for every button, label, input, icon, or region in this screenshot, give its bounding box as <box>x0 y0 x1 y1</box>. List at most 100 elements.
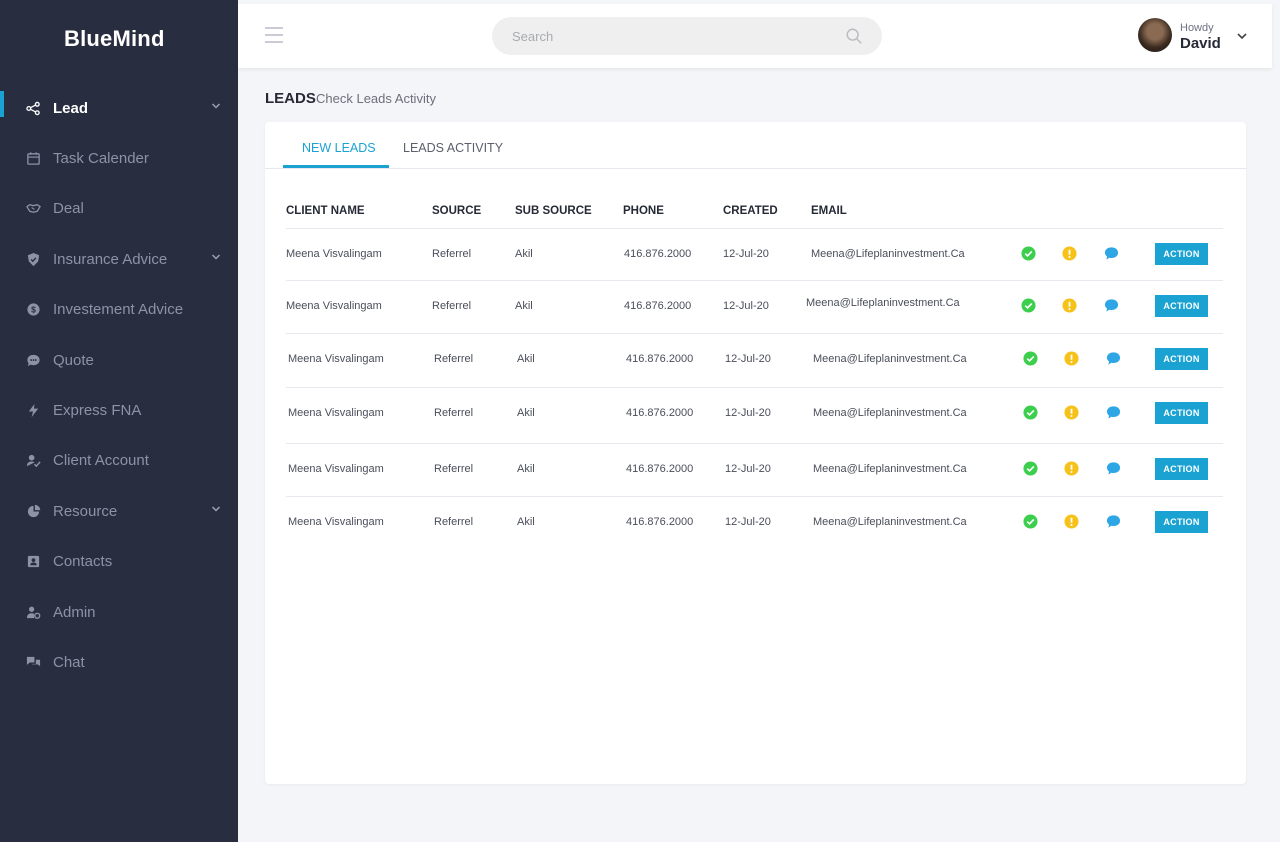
table-row[interactable]: Meena Visvalingam Referrel Akil 416.876.200… <box>286 333 1223 385</box>
sidebar-item-client-account[interactable]: Client Account <box>0 436 238 486</box>
chat-bubble-icon[interactable] <box>1104 246 1119 261</box>
sidebar-item-label: Insurance Advice <box>53 250 168 268</box>
username-label[interactable]: David <box>1180 35 1221 52</box>
chat-bubble-icon[interactable] <box>1106 514 1121 529</box>
table-row[interactable]: Meena Visvalingam Referrel Akil 416.876.200… <box>286 443 1223 495</box>
sub-source-cell: Akil <box>517 463 535 475</box>
sidebar: BlueMind Lead Task Calender Deal Insurance … <box>0 0 238 842</box>
sidebar-item-quote[interactable]: Quote <box>0 335 238 385</box>
column-header-source: SOURCE <box>432 205 482 217</box>
column-header-client-name: CLIENT NAME <box>286 205 365 217</box>
greeting-label: Howdy <box>1180 22 1214 34</box>
active-tab-indicator <box>283 165 389 168</box>
calendar-icon <box>25 151 41 167</box>
warning-icon[interactable] <box>1062 246 1077 261</box>
sidebar-item-label: Client Account <box>53 452 149 470</box>
phone-cell: 416.876.2000 <box>624 248 692 260</box>
warning-icon[interactable] <box>1064 351 1079 366</box>
email-cell[interactable]: Meena@Lifeplaninvestment.Ca <box>806 297 960 309</box>
source-cell: Referrel <box>432 300 472 312</box>
email-cell[interactable]: Meena@Lifeplaninvestment.Ca <box>811 248 965 260</box>
sidebar-item-label: Contacts <box>53 553 113 571</box>
menu-toggle-icon[interactable] <box>265 27 283 43</box>
shield-icon <box>25 251 41 267</box>
chat-bubble-icon[interactable] <box>1106 405 1121 420</box>
check-circle-icon[interactable] <box>1023 351 1038 366</box>
client-name-cell[interactable]: Meena Visvalingam <box>288 407 384 419</box>
chat-bubble-icon[interactable] <box>1106 461 1121 476</box>
search-icon[interactable] <box>845 27 863 45</box>
sidebar-item-contacts[interactable]: Contacts <box>0 537 238 587</box>
action-button[interactable]: ACTION <box>1155 295 1208 317</box>
quote-bubble-icon <box>25 352 41 368</box>
check-circle-icon[interactable] <box>1021 298 1036 313</box>
chevron-down-icon[interactable] <box>211 504 221 514</box>
check-circle-icon[interactable] <box>1023 405 1038 420</box>
chevron-down-icon[interactable] <box>1236 31 1248 41</box>
warning-icon[interactable] <box>1064 514 1079 529</box>
sub-source-cell: Akil <box>517 353 535 365</box>
sub-source-cell: Akil <box>517 516 535 528</box>
table-row[interactable]: Meena Visvalingam Referrel Akil 416.876.200… <box>286 387 1223 439</box>
table-row[interactable]: Meena Visvalingam Referrel Akil 416.876.200… <box>286 228 1223 280</box>
client-name-cell[interactable]: Meena Visvalingam <box>288 353 384 365</box>
sidebar-item-task-calender[interactable]: Task Calender <box>0 133 238 183</box>
check-circle-icon[interactable] <box>1023 514 1038 529</box>
warning-icon[interactable] <box>1064 461 1079 476</box>
phone-cell: 416.876.2000 <box>626 516 694 528</box>
chevron-down-icon[interactable] <box>211 252 221 262</box>
tab-leads-activity[interactable]: LEADS ACTIVITY <box>403 141 503 155</box>
check-circle-icon[interactable] <box>1023 461 1038 476</box>
sidebar-item-label: Express FNA <box>53 402 142 420</box>
created-cell: 12-Jul-20 <box>723 300 769 312</box>
sidebar-item-label: Resource <box>53 502 118 520</box>
email-cell[interactable]: Meena@Lifeplaninvestment.Ca <box>813 407 967 419</box>
created-cell: 12-Jul-20 <box>725 353 771 365</box>
sidebar-item-chat[interactable]: Chat <box>0 637 238 687</box>
tab-new-leads[interactable]: NEW LEADS <box>302 141 376 155</box>
table-row[interactable]: Meena Visvalingam Referrel Akil 416.876.200… <box>286 496 1223 548</box>
sidebar-item-resource[interactable]: Resource <box>0 486 238 536</box>
warning-icon[interactable] <box>1062 298 1077 313</box>
chat-bubble-icon[interactable] <box>1104 298 1119 313</box>
sidebar-item-insurance-advice[interactable]: Insurance Advice <box>0 234 238 284</box>
sub-source-cell: Akil <box>515 248 533 260</box>
source-cell: Referrel <box>434 353 474 365</box>
bolt-icon <box>25 403 41 419</box>
sidebar-item-label: Quote <box>53 351 94 369</box>
brand-logo[interactable]: BlueMind <box>64 26 165 52</box>
sidebar-item-lead[interactable]: Lead <box>0 83 238 133</box>
table-row[interactable]: Meena Visvalingam Referrel Akil 416.876.200… <box>286 280 1223 332</box>
chat-bubble-icon[interactable] <box>1106 351 1121 366</box>
action-button[interactable]: ACTION <box>1155 458 1208 480</box>
action-button[interactable]: ACTION <box>1155 348 1208 370</box>
sidebar-item-express-fna[interactable]: Express FNA <box>0 385 238 435</box>
warning-icon[interactable] <box>1064 405 1079 420</box>
sidebar-item-label: Admin <box>53 603 96 621</box>
phone-cell: 416.876.2000 <box>624 300 692 312</box>
client-name-cell[interactable]: Meena Visvalingam <box>286 300 382 312</box>
email-cell[interactable]: Meena@Lifeplaninvestment.Ca <box>813 516 967 528</box>
action-button[interactable]: ACTION <box>1155 511 1208 533</box>
client-name-cell[interactable]: Meena Visvalingam <box>288 516 384 528</box>
created-cell: 12-Jul-20 <box>725 516 771 528</box>
avatar[interactable] <box>1138 18 1172 52</box>
column-header-created: CREATED <box>723 205 778 217</box>
created-cell: 12-Jul-20 <box>723 248 769 260</box>
client-name-cell[interactable]: Meena Visvalingam <box>288 463 384 475</box>
sidebar-item-label: Chat <box>53 653 85 671</box>
sidebar-item-admin[interactable]: Admin <box>0 587 238 637</box>
pie-chart-icon <box>25 503 41 519</box>
sidebar-item-label: Lead <box>53 99 89 117</box>
sidebar-item-investement-advice[interactable]: $ Investement Advice <box>0 285 238 335</box>
action-button[interactable]: ACTION <box>1155 243 1208 265</box>
email-cell[interactable]: Meena@Lifeplaninvestment.Ca <box>813 353 967 365</box>
client-name-cell[interactable]: Meena Visvalingam <box>286 248 382 260</box>
check-circle-icon[interactable] <box>1021 246 1036 261</box>
email-cell[interactable]: Meena@Lifeplaninvestment.Ca <box>813 463 967 475</box>
source-cell: Referrel <box>434 516 474 528</box>
chevron-down-icon[interactable] <box>211 101 221 111</box>
sidebar-item-deal[interactable]: Deal <box>0 184 238 234</box>
action-button[interactable]: ACTION <box>1155 402 1208 424</box>
search-input[interactable] <box>492 17 882 55</box>
